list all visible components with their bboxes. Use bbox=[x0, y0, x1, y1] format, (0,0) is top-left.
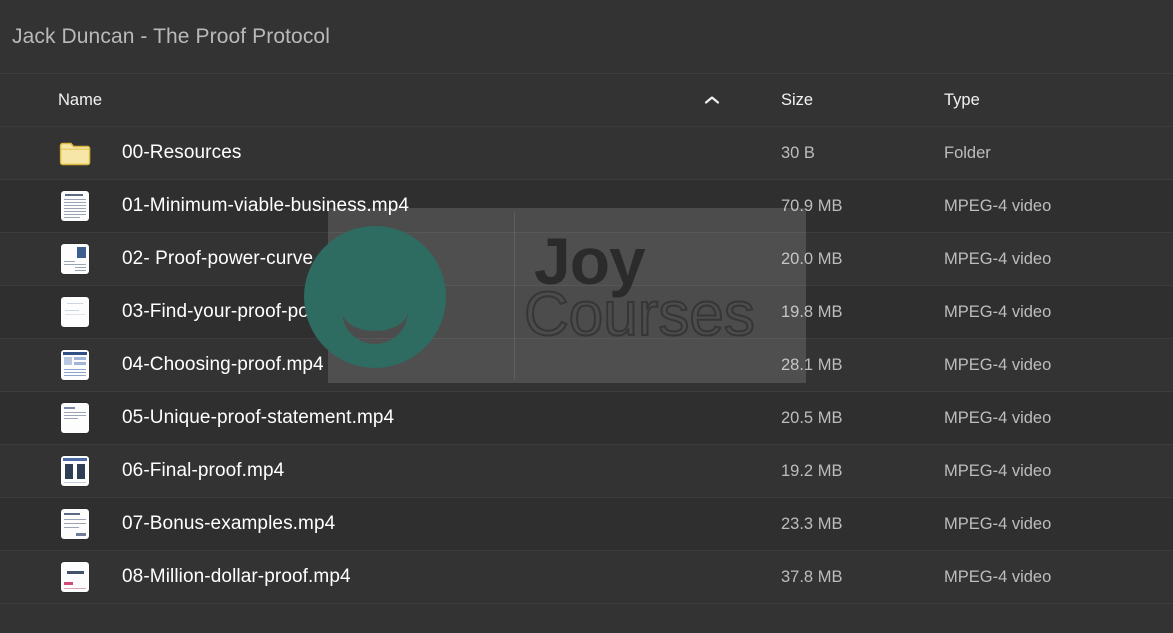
cell-type: MPEG-4 video bbox=[932, 568, 1173, 587]
file-type-label: MPEG-4 video bbox=[944, 302, 1052, 321]
chevron-up-icon[interactable] bbox=[703, 94, 721, 106]
file-size-label: 19.8 MB bbox=[781, 302, 843, 321]
cell-name[interactable]: 06-Final-proof.mp4 bbox=[0, 456, 765, 486]
cell-type: MPEG-4 video bbox=[932, 409, 1173, 428]
file-name-label: 00-Resources bbox=[122, 142, 242, 163]
file-type-label: Folder bbox=[944, 143, 991, 162]
cell-name[interactable]: 07-Bonus-examples.mp4 bbox=[0, 509, 765, 539]
file-type-label: MPEG-4 video bbox=[944, 514, 1052, 533]
file-size-label: 37.8 MB bbox=[781, 567, 843, 586]
table-row[interactable]: 08-Million-dollar-proof.mp4 37.8 MB MPEG-4… bbox=[0, 551, 1173, 604]
file-size-label: 20.5 MB bbox=[781, 408, 843, 427]
document-icon bbox=[58, 401, 92, 435]
document-icon bbox=[58, 454, 92, 488]
cell-name[interactable]: 02- Proof-power-curve.mp4 bbox=[0, 244, 765, 274]
cell-size: 28.1 MB bbox=[765, 356, 932, 375]
folder-icon bbox=[58, 136, 92, 170]
cell-type: MPEG-4 video bbox=[932, 303, 1173, 322]
window-title-bar: Jack Duncan - The Proof Protocol bbox=[0, 0, 1173, 73]
document-thumbnail bbox=[61, 244, 89, 274]
cell-size: 37.8 MB bbox=[765, 568, 932, 587]
document-icon bbox=[58, 295, 92, 329]
cell-size: 20.5 MB bbox=[765, 409, 932, 428]
cell-name[interactable]: 08-Million-dollar-proof.mp4 bbox=[0, 562, 765, 592]
document-icon bbox=[58, 348, 92, 382]
document-icon bbox=[58, 189, 92, 223]
table-row[interactable]: 06-Final-proof.mp4 19.2 MB MPEG-4 video bbox=[0, 445, 1173, 498]
file-name-label: 06-Final-proof.mp4 bbox=[122, 460, 285, 481]
cell-size: 19.2 MB bbox=[765, 462, 932, 481]
cell-name[interactable]: 01-Minimum-viable-business.mp4 bbox=[0, 191, 765, 221]
document-thumbnail bbox=[61, 191, 89, 221]
cell-name[interactable]: 05-Unique-proof-statement.mp4 bbox=[0, 403, 765, 433]
table-row[interactable]: 07-Bonus-examples.mp4 23.3 MB MPEG-4 video bbox=[0, 498, 1173, 551]
cell-type: MPEG-4 video bbox=[932, 515, 1173, 534]
page-title: Jack Duncan - The Proof Protocol bbox=[12, 24, 330, 48]
file-size-label: 23.3 MB bbox=[781, 514, 843, 533]
column-header-size-label: Size bbox=[781, 90, 814, 109]
document-thumbnail bbox=[61, 297, 89, 327]
cell-size: 70.9 MB bbox=[765, 197, 932, 216]
table-row[interactable]: 03-Find-your-proof-power.mp4 19.8 MB MPEG-… bbox=[0, 286, 1173, 339]
file-type-label: MPEG-4 video bbox=[944, 196, 1052, 215]
table-row[interactable]: 01-Minimum-viable-business.mp4 70.9 MB MPE… bbox=[0, 180, 1173, 233]
file-name-label: 01-Minimum-viable-business.mp4 bbox=[122, 195, 410, 216]
cell-type: MPEG-4 video bbox=[932, 462, 1173, 481]
file-size-label: 28.1 MB bbox=[781, 355, 843, 374]
document-icon bbox=[58, 560, 92, 594]
file-name-label: 05-Unique-proof-statement.mp4 bbox=[122, 407, 395, 428]
document-thumbnail bbox=[61, 350, 89, 380]
column-header-name-label: Name bbox=[58, 90, 103, 109]
file-name-label: 02- Proof-power-curve.mp4 bbox=[122, 248, 356, 269]
cell-size: 19.8 MB bbox=[765, 303, 932, 322]
cell-name[interactable]: 03-Find-your-proof-power.mp4 bbox=[0, 297, 765, 327]
document-thumbnail bbox=[61, 509, 89, 539]
document-icon bbox=[58, 507, 92, 541]
cell-name[interactable]: 00-Resources bbox=[0, 142, 765, 165]
column-header-size[interactable]: Size bbox=[765, 91, 932, 110]
column-header-type[interactable]: Type bbox=[932, 91, 1173, 110]
file-list-table: Name Size Type 00-Resources 30 B Folder 01-… bbox=[0, 73, 1173, 604]
document-thumbnail bbox=[61, 562, 89, 592]
cell-type: Folder bbox=[932, 144, 1173, 163]
table-row[interactable]: 05-Unique-proof-statement.mp4 20.5 MB MPEG… bbox=[0, 392, 1173, 445]
file-type-label: MPEG-4 video bbox=[944, 567, 1052, 586]
file-name-label: 08-Million-dollar-proof.mp4 bbox=[122, 566, 351, 587]
document-thumbnail bbox=[61, 456, 89, 486]
table-row[interactable]: 00-Resources 30 B Folder bbox=[0, 127, 1173, 180]
cell-type: MPEG-4 video bbox=[932, 197, 1173, 216]
document-icon bbox=[58, 242, 92, 276]
document-thumbnail bbox=[61, 403, 89, 433]
cell-type: MPEG-4 video bbox=[932, 356, 1173, 375]
file-type-label: MPEG-4 video bbox=[944, 249, 1052, 268]
file-size-label: 20.0 MB bbox=[781, 249, 843, 268]
cell-size: 23.3 MB bbox=[765, 515, 932, 534]
file-name-label: 04-Choosing-proof.mp4 bbox=[122, 354, 324, 375]
file-name-label: 03-Find-your-proof-power.mp4 bbox=[122, 301, 382, 322]
cell-type: MPEG-4 video bbox=[932, 250, 1173, 269]
file-size-label: 70.9 MB bbox=[781, 196, 843, 215]
table-header-row: Name Size Type bbox=[0, 74, 1173, 127]
table-row[interactable]: 02- Proof-power-curve.mp4 20.0 MB MPEG-4 v… bbox=[0, 233, 1173, 286]
file-name-label: 07-Bonus-examples.mp4 bbox=[122, 513, 336, 534]
table-row[interactable]: 04-Choosing-proof.mp4 28.1 MB MPEG-4 video bbox=[0, 339, 1173, 392]
cell-name[interactable]: 04-Choosing-proof.mp4 bbox=[0, 350, 765, 380]
column-header-name[interactable]: Name bbox=[0, 91, 765, 110]
cell-size: 30 B bbox=[765, 144, 932, 163]
file-size-label: 19.2 MB bbox=[781, 461, 843, 480]
cell-size: 20.0 MB bbox=[765, 250, 932, 269]
table-body: 00-Resources 30 B Folder 01-Minimum-viable-… bbox=[0, 127, 1173, 604]
file-type-label: MPEG-4 video bbox=[944, 408, 1052, 427]
file-size-label: 30 B bbox=[781, 143, 815, 162]
file-type-label: MPEG-4 video bbox=[944, 461, 1052, 480]
column-header-type-label: Type bbox=[944, 90, 980, 109]
file-type-label: MPEG-4 video bbox=[944, 355, 1052, 374]
